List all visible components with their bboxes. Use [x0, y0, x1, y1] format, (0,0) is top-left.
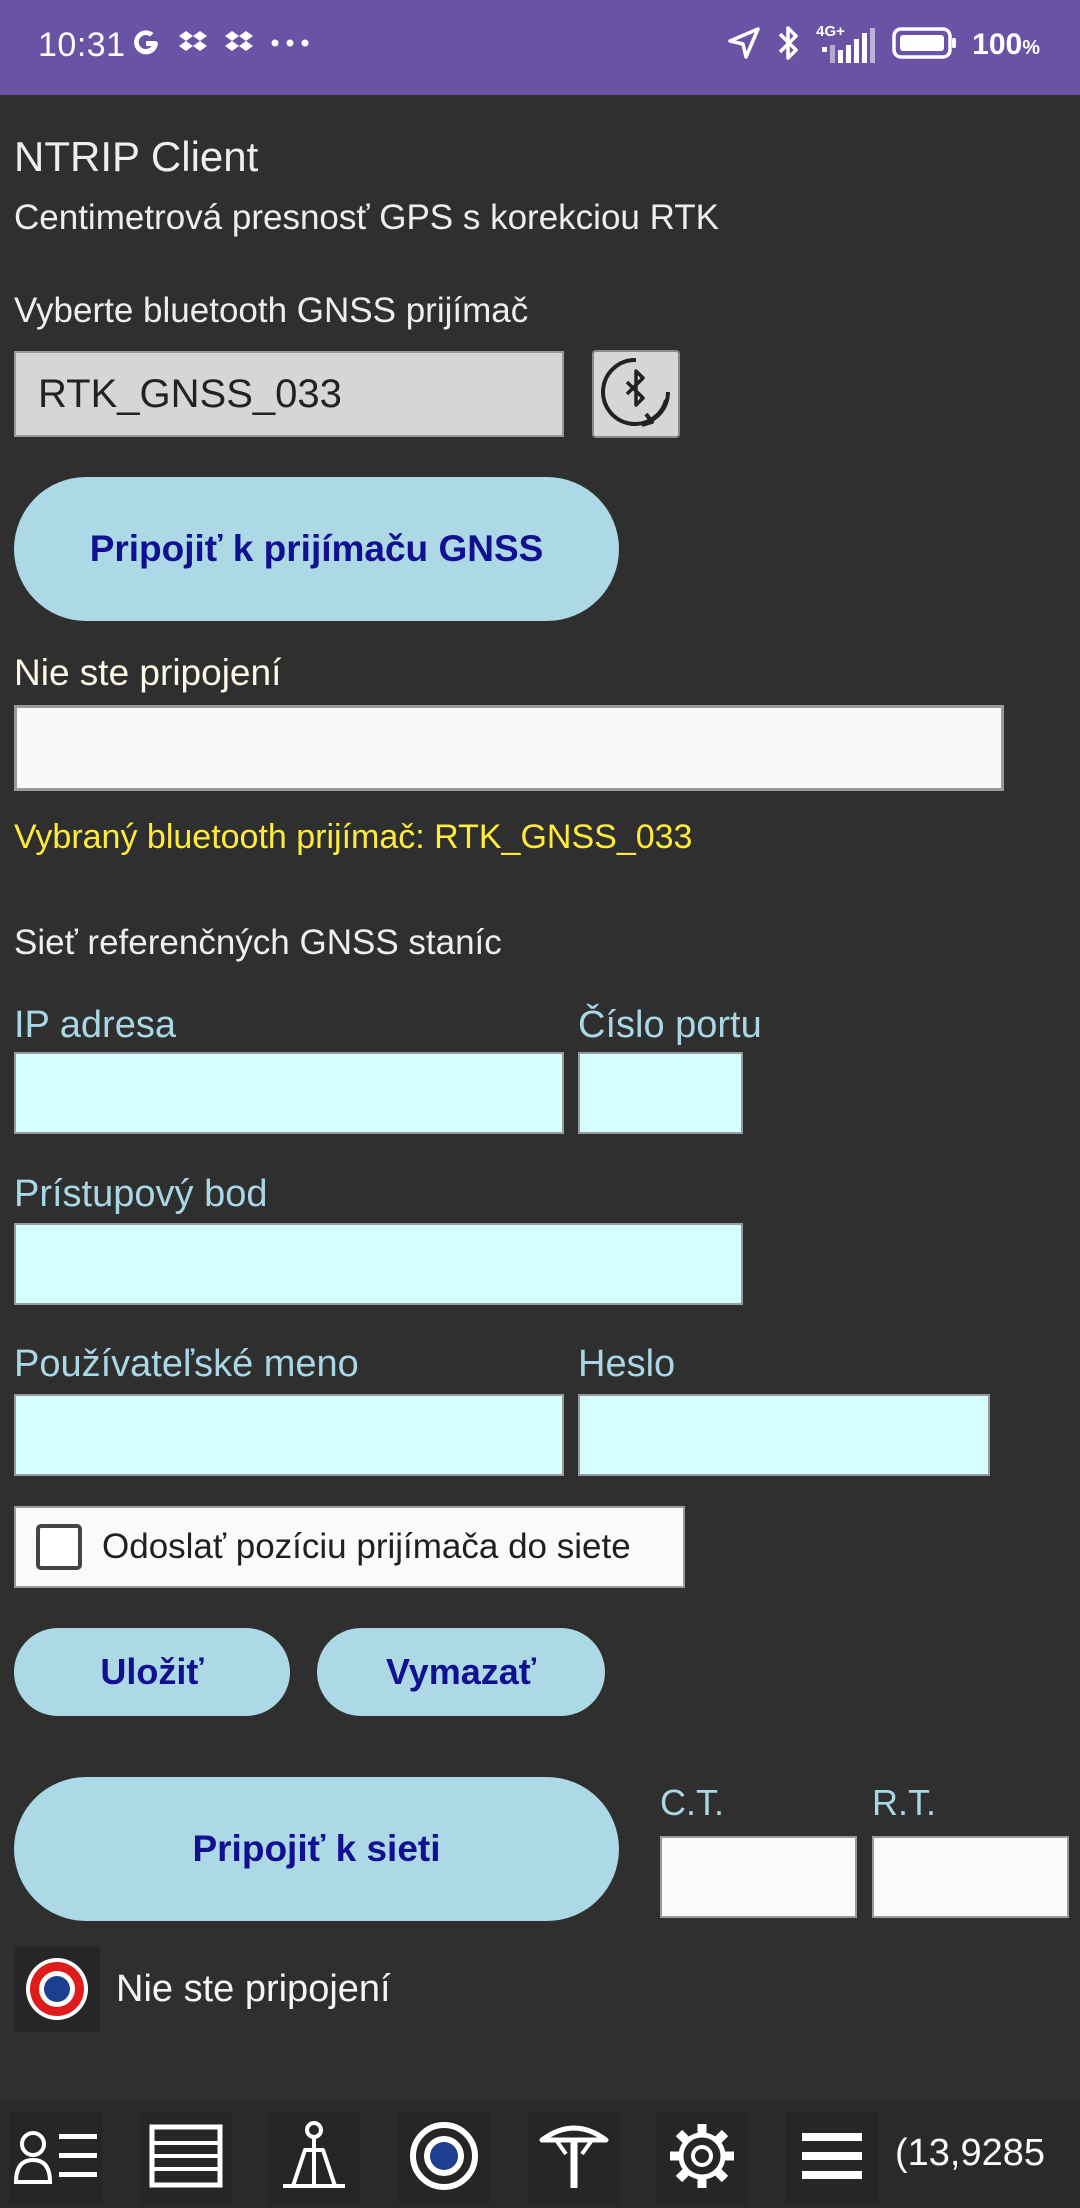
record-icon: [407, 2119, 481, 2198]
connect-receiver-button[interactable]: Pripojiť k prijímaču GNSS: [14, 477, 619, 621]
more-dots-icon: [270, 36, 310, 54]
send-position-option[interactable]: Odoslať pozíciu prijímača do siete: [14, 1506, 685, 1588]
battery-percent-unit: %: [1022, 37, 1040, 59]
receiver-select-label: Vyberte bluetooth GNSS prijímač: [14, 291, 529, 330]
bluetooth-refresh-button[interactable]: [592, 350, 680, 438]
dropbox-icon: [178, 28, 208, 63]
status-notification-icons: [130, 22, 310, 68]
ct-field: [660, 1836, 857, 1918]
contacts-list-icon: [13, 2126, 99, 2191]
gnss-antenna-icon: [536, 2118, 612, 2199]
battery-percent-value: 100: [972, 28, 1023, 61]
username-label: Používateľské meno: [14, 1343, 359, 1385]
table-icon: [148, 2123, 224, 2194]
signal-icon: 4G+: [816, 23, 878, 65]
save-button[interactable]: Uložiť: [14, 1628, 290, 1716]
app-subtitle: Centimetrová presnosť GPS s korekciou RT…: [14, 198, 719, 237]
port-label: Číslo portu: [578, 1004, 762, 1046]
nav-table[interactable]: [140, 2112, 232, 2204]
nav-settings[interactable]: [656, 2112, 748, 2204]
settings-gear-icon: [666, 2120, 738, 2197]
google-icon: [130, 27, 162, 64]
status-time: 10:31: [38, 26, 126, 64]
location-arrow-icon: [726, 25, 762, 66]
dropbox-icon: [224, 28, 254, 63]
mountpoint-input[interactable]: [14, 1223, 743, 1305]
rt-field: [872, 1836, 1069, 1918]
menu-icon: [800, 2129, 864, 2188]
connect-network-button[interactable]: Pripojiť k sieti: [14, 1777, 619, 1921]
password-input[interactable]: [578, 1394, 990, 1476]
receiver-status-label: Nie ste pripojení: [14, 652, 282, 693]
bluetooth-refresh-icon: [596, 352, 676, 437]
rt-label: R.T.: [872, 1782, 937, 1823]
status-bar: 10:31 4G+ 100%: [0, 0, 1080, 95]
connection-status-icon: [14, 1946, 100, 2032]
app-title: NTRIP Client: [14, 133, 259, 180]
nav-survey[interactable]: [268, 2112, 360, 2204]
coordinate-readout: (13,9285: [895, 2132, 1046, 2174]
port-input[interactable]: [578, 1052, 743, 1134]
bluetooth-icon: [776, 24, 802, 67]
nav-menu[interactable]: [786, 2112, 878, 2204]
survey-tripod-icon: [279, 2120, 349, 2197]
ip-address-label: IP adresa: [14, 1004, 176, 1046]
receiver-device-select[interactable]: RTK_GNSS_033: [14, 351, 564, 437]
ip-address-input[interactable]: [14, 1052, 564, 1134]
password-label: Heslo: [578, 1343, 676, 1385]
send-position-checkbox[interactable]: [36, 1524, 82, 1570]
nav-gnss-antenna[interactable]: [528, 2112, 620, 2204]
send-position-label: Odoslať pozíciu prijímača do siete: [102, 1527, 631, 1566]
ct-label: C.T.: [660, 1782, 725, 1823]
nav-contacts-list[interactable]: [10, 2112, 102, 2204]
battery-percent: 100%: [972, 28, 1040, 62]
status-system-icons: 4G+ 100%: [726, 22, 1040, 68]
username-input[interactable]: [14, 1394, 564, 1476]
mountpoint-label: Prístupový bod: [14, 1173, 268, 1215]
clear-button[interactable]: Vymazať: [317, 1628, 605, 1716]
selected-receiver-note: Vybraný bluetooth prijímač: RTK_GNSS_033: [14, 818, 693, 856]
receiver-status-field: [14, 705, 1004, 791]
battery-icon: [892, 26, 958, 65]
connection-status-text: Nie ste pripojení: [116, 1968, 391, 2010]
network-section-title: Sieť referenčných GNSS staníc: [14, 923, 502, 962]
nav-record[interactable]: [398, 2112, 490, 2204]
